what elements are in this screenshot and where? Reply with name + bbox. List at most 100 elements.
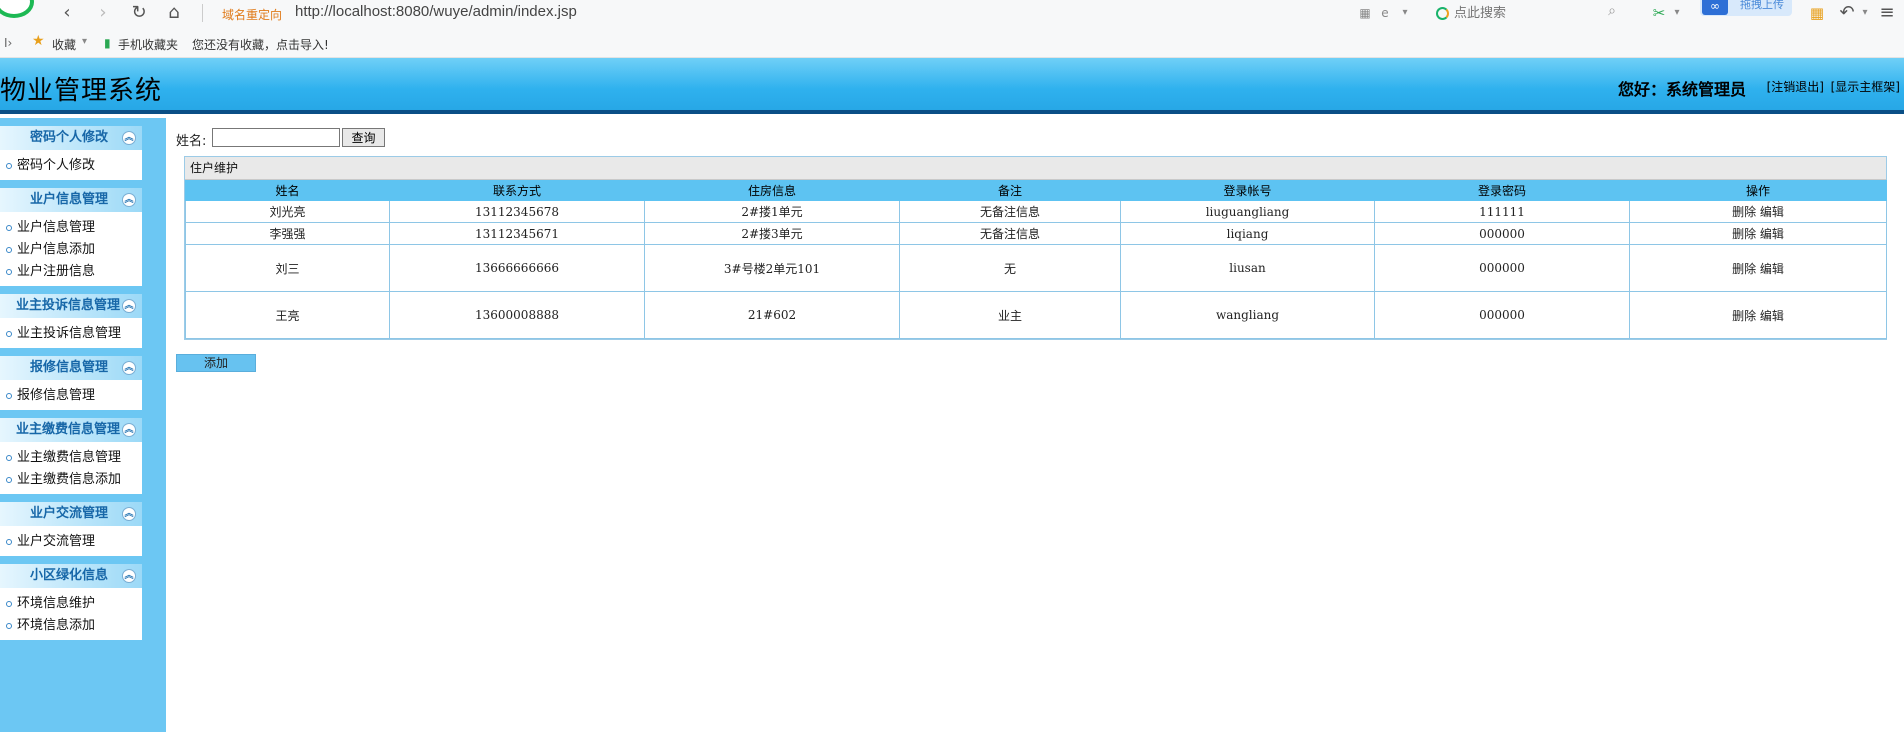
column-header-name: 姓名 — [185, 180, 390, 201]
chevron-down-icon[interactable]: ▾ — [82, 36, 87, 47]
browser-search-box[interactable]: ⌕ — [1428, 2, 1620, 24]
add-resident-button[interactable]: 添加 — [176, 354, 256, 372]
table-row: 李强强 13112345671 2#搂3单元 无备注信息 liqiang 000… — [185, 222, 1887, 245]
bullet-icon — [6, 247, 12, 253]
sidebar-group-repairs[interactable]: 报修信息管理 ︽ — [0, 356, 142, 380]
sidebar-group-body: 环境信息维护 环境信息添加 — [0, 588, 142, 640]
sidebar-item-label: 环境信息维护 — [17, 596, 96, 611]
reload-icon[interactable]: ↻ — [128, 2, 150, 24]
show-main-frame-link[interactable]: [显示主框架] — [1831, 78, 1900, 95]
edit-link[interactable]: 编辑 — [1760, 309, 1784, 323]
menu-icon[interactable]: ≡ — [1876, 2, 1898, 24]
delete-link[interactable]: 删除 — [1732, 262, 1756, 276]
home-icon[interactable]: ⌂ — [163, 2, 185, 24]
sidebar-item-resident-add[interactable]: 业户信息添加 — [6, 241, 95, 259]
sidebar-item-resident-manage[interactable]: 业户信息管理 — [6, 219, 95, 237]
upload-badge[interactable]: ∞ 拖拽上传 — [1700, 0, 1792, 16]
logout-link[interactable]: [注销退出] — [1767, 78, 1824, 95]
collapse-icon[interactable]: ︽ — [122, 507, 136, 521]
chevron-down-icon[interactable]: ▾ — [1854, 2, 1876, 24]
sidebar-group-complaints[interactable]: 业主投诉信息管理 ︽ — [0, 294, 142, 318]
cell-actions: 删除 编辑 — [1629, 291, 1887, 339]
collapse-icon[interactable]: ︽ — [122, 569, 136, 583]
address-bar[interactable]: http://localhost:8080/wuye/admin/index.j… — [295, 3, 577, 20]
sidebar-group-exchange[interactable]: 业户交流管理 ︽ — [0, 502, 142, 526]
browser-logo-icon[interactable] — [0, 0, 34, 18]
name-search-input[interactable] — [212, 128, 340, 147]
forward-icon[interactable]: › — [92, 2, 114, 24]
delete-link[interactable]: 删除 — [1732, 227, 1756, 241]
sidebar-item-password-edit[interactable]: 密码个人修改 — [6, 157, 95, 175]
collapse-icon[interactable]: ︽ — [122, 299, 136, 313]
sidebar-item-exchange-manage[interactable]: 业户交流管理 — [6, 533, 95, 551]
sidebar-item-environment-maintain[interactable]: 环境信息维护 — [6, 595, 95, 613]
edit-link[interactable]: 编辑 — [1760, 205, 1784, 219]
collapse-icon[interactable]: ︽ — [122, 423, 136, 437]
sidebar-item-fees-manage[interactable]: 业主缴费信息管理 — [6, 449, 121, 467]
cell-remark: 无备注信息 — [899, 222, 1121, 245]
sidebar-item-label: 业户信息管理 — [17, 220, 96, 235]
sidebar-item-label: 业户信息添加 — [17, 242, 96, 257]
upload-label: 拖拽上传 — [1740, 0, 1784, 11]
qr-icon[interactable]: ▦ — [1354, 2, 1376, 24]
app-title: 物业管理系统 — [0, 76, 163, 106]
search-icon[interactable]: ⌕ — [1608, 3, 1616, 19]
sidebar-item-repairs-manage[interactable]: 报修信息管理 — [6, 387, 95, 405]
sidebar-item-label: 业户交流管理 — [17, 534, 96, 549]
edit-link[interactable]: 编辑 — [1760, 227, 1784, 241]
cell-account: wangliang — [1120, 291, 1375, 339]
edit-link[interactable]: 编辑 — [1760, 262, 1784, 276]
sidebar-group-fees[interactable]: 业主缴费信息管理 ︽ — [0, 418, 142, 442]
star-icon: ★ — [32, 33, 45, 49]
url-divider — [202, 4, 203, 22]
compat-mode-icon[interactable]: e — [1374, 2, 1396, 24]
sidebar-group-body: 业主投诉信息管理 — [0, 318, 142, 348]
sidebar-group-greening[interactable]: 小区绿化信息 ︽ — [0, 564, 142, 588]
chevron-down-icon[interactable]: ▾ — [1666, 2, 1688, 24]
browser-search-input[interactable] — [1454, 3, 1594, 23]
cell-remark: 无备注信息 — [899, 200, 1121, 223]
chevron-down-icon[interactable]: ▾ — [1394, 2, 1416, 24]
bullet-icon — [6, 393, 12, 399]
cell-contact: 13112345678 — [389, 200, 645, 223]
collapse-icon[interactable]: ︽ — [122, 131, 136, 145]
collapse-icon[interactable]: ︽ — [122, 361, 136, 375]
cell-account: liuguangliang — [1120, 200, 1375, 223]
delete-link[interactable]: 删除 — [1732, 205, 1756, 219]
sidebar-item-label: 业主投诉信息管理 — [17, 326, 122, 341]
cloud-icon: ∞ — [1702, 0, 1728, 15]
table-row: 刘光亮 13112345678 2#搂1单元 无备注信息 liuguanglia… — [185, 200, 1887, 223]
sidebar-toggle-icon[interactable]: I› — [4, 36, 12, 50]
apps-icon[interactable]: ▦ — [1806, 2, 1828, 24]
column-header-contact: 联系方式 — [389, 180, 645, 201]
collapse-icon[interactable]: ︽ — [122, 193, 136, 207]
sidebar-group-body: 密码个人修改 — [0, 150, 142, 180]
mobile-favorites-link[interactable]: 手机收藏夹 — [118, 36, 178, 53]
redirect-label[interactable]: 域名重定向 — [222, 6, 282, 23]
back-icon[interactable]: ‹ — [56, 2, 78, 24]
sidebar-group-title: 业主投诉信息管理 — [16, 298, 121, 313]
app-header: 物业管理系统 您好：系统管理员 [注销退出] [显示主框架] — [0, 58, 1904, 114]
sidebar-item-resident-register[interactable]: 业户注册信息 — [6, 263, 95, 281]
import-favorites-link[interactable]: 您还没有收藏，点击导入! — [192, 36, 329, 53]
column-header-remark: 备注 — [899, 180, 1121, 201]
delete-link[interactable]: 删除 — [1732, 309, 1756, 323]
cell-password: 000000 — [1374, 222, 1630, 245]
sidebar-item-label: 业户注册信息 — [17, 264, 96, 279]
resident-table: 姓名 联系方式 住房信息 备注 登录帐号 登录密码 操作 刘光亮 1311234… — [185, 180, 1887, 339]
sidebar-group-resident[interactable]: 业户信息管理 ︽ — [0, 188, 142, 212]
query-button[interactable]: 查询 — [342, 128, 385, 147]
sidebar-group-password[interactable]: 密码个人修改 ︽ — [0, 126, 142, 150]
sidebar-group-title: 报修信息管理 — [30, 360, 109, 375]
sidebar-item-environment-add[interactable]: 环境信息添加 — [6, 617, 95, 635]
sidebar-group-title: 业户交流管理 — [30, 506, 109, 521]
sidebar-item-complaints-manage[interactable]: 业主投诉信息管理 — [6, 325, 121, 343]
sidebar-group-title: 业主缴费信息管理 — [16, 422, 121, 437]
sidebar-item-fees-add[interactable]: 业主缴费信息添加 — [6, 471, 121, 489]
favorites-button[interactable]: 收藏 — [52, 36, 76, 53]
browser-toolbar: ‹ › ↻ ⌂ 域名重定向 http://localhost:8080/wuye… — [0, 0, 1904, 28]
cell-actions: 删除 编辑 — [1629, 200, 1887, 223]
sidebar-group-body: 报修信息管理 — [0, 380, 142, 410]
search-engine-icon — [1436, 7, 1449, 20]
table-row: 刘三 13666666666 3#号楼2单元101 无 liusan 00000… — [185, 244, 1887, 292]
